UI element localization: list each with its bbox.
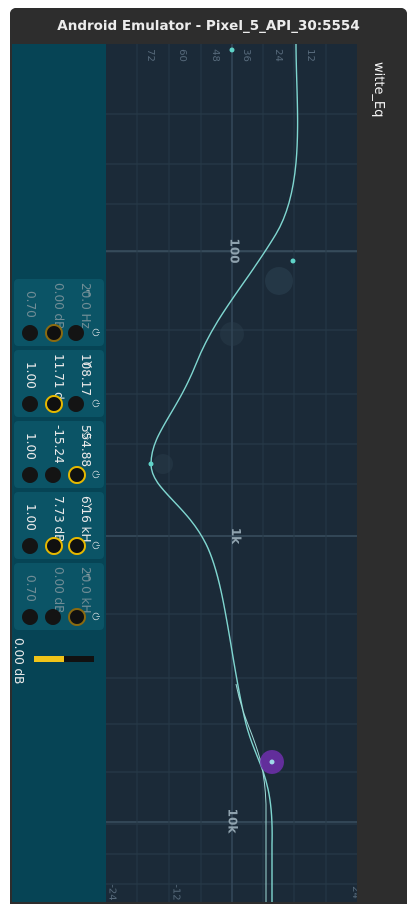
band-4-gain-knob[interactable] <box>45 537 63 555</box>
band-2-q-knob[interactable] <box>22 396 38 412</box>
band-5-freq-knob[interactable] <box>68 608 86 626</box>
gain-label-bottom--12: -12 <box>170 884 182 901</box>
band-4-q-knob[interactable] <box>22 538 38 554</box>
emulator-window: Android Emulator - Pixel_5_API_30:5554 1… <box>10 8 407 904</box>
band-panel-4[interactable]: Y 6.16 kH 7.73 dB 1.00 ⏻ <box>14 492 104 559</box>
band-5-power-icon[interactable]: ⏻ <box>89 613 100 621</box>
band-panel-5[interactable]: ⌐ 20.0 kH 0.00 dB 0.70 ⏻ <box>14 563 104 630</box>
band-2-freq[interactable]: 108.17 <box>79 354 93 396</box>
gain-label-48: 48 <box>209 49 221 62</box>
freq-label-100: 100 <box>227 238 242 264</box>
band-1-freq-knob[interactable] <box>68 325 84 341</box>
band-4-freq[interactable]: 6.16 kH <box>79 496 93 543</box>
band-2-gain[interactable]: 11.71 d <box>52 354 66 400</box>
band-3-power-icon[interactable]: ⏻ <box>89 471 100 479</box>
band-1-gain[interactable]: 0.00 dB <box>52 283 66 329</box>
band-2-gain-knob[interactable] <box>45 395 63 413</box>
output-gain-label: 0.00 dB <box>12 638 26 685</box>
gain-label-24: 24 <box>272 49 284 62</box>
band-node-2[interactable] <box>290 258 296 264</box>
band-5-q[interactable]: 0.70 <box>24 575 38 602</box>
band-3-gain-knob[interactable] <box>45 467 61 483</box>
band-4-freq-knob[interactable] <box>68 537 86 555</box>
band-2-freq-knob[interactable] <box>68 396 84 412</box>
freq-label-10k: 10k <box>225 808 240 834</box>
device-screen: 100 1k 10k 72 60 48 36 24 12 -24 -12 24 … <box>12 44 405 902</box>
band-5-q-knob[interactable] <box>22 609 38 625</box>
band-1-power-icon[interactable]: ⏻ <box>89 329 100 337</box>
band-3-freq[interactable]: 554.88 <box>79 425 93 467</box>
band-node-3[interactable] <box>148 461 154 467</box>
band-3-gain[interactable]: -15.24 <box>52 425 66 464</box>
output-gain-meter-fill <box>34 656 64 662</box>
band-5-freq[interactable]: 20.0 kH <box>79 567 93 614</box>
band-5-gain[interactable]: 0.00 dB <box>52 567 66 613</box>
eq-graph-svg <box>106 44 357 902</box>
gain-label-bottom--24: -24 <box>106 884 118 901</box>
freq-label-1k: 1k <box>229 527 244 545</box>
gain-label-60: 60 <box>176 49 188 62</box>
band-1-freq[interactable]: 20.0 Hz <box>79 283 93 329</box>
output-gain-meter[interactable] <box>34 656 94 662</box>
gain-label-12: 12 <box>304 49 316 62</box>
eq-graph[interactable]: 100 1k 10k 72 60 48 36 24 12 -24 -12 24 <box>106 44 361 902</box>
band-3-q[interactable]: 1.00 <box>24 433 38 460</box>
band-panel-2[interactable]: Y 108.17 11.71 d 1.00 ⏻ <box>14 350 104 417</box>
gain-label-36: 36 <box>240 49 252 62</box>
app-title: witte_Eq <box>371 62 386 118</box>
window-title: Android Emulator - Pixel_5_API_30:5554 <box>57 18 360 34</box>
app-bar <box>357 44 405 902</box>
window-titlebar: Android Emulator - Pixel_5_API_30:5554 <box>10 8 407 44</box>
band-1-q-knob[interactable] <box>22 325 38 341</box>
band-3-freq-knob[interactable] <box>68 466 86 484</box>
band-2-q[interactable]: 1.00 <box>24 362 38 389</box>
band-4-power-icon[interactable]: ⏻ <box>89 542 100 550</box>
band-3-q-knob[interactable] <box>22 467 38 483</box>
band-panel-1[interactable]: ⌐ 20.0 Hz 0.00 dB 0.70 ⏻ <box>14 279 104 346</box>
band-panel-3[interactable]: ◇ 554.88 -15.24 1.00 ⏻ <box>14 421 104 488</box>
band-1-q[interactable]: 0.70 <box>24 291 38 318</box>
band-4-q[interactable]: 1.00 <box>24 504 38 531</box>
band-4-gain[interactable]: 7.73 dB <box>52 496 66 542</box>
gain-label-72: 72 <box>144 49 156 62</box>
band-2-power-icon[interactable]: ⏻ <box>89 400 100 408</box>
band-5-gain-knob[interactable] <box>45 609 61 625</box>
band-1-gain-knob[interactable] <box>45 324 63 342</box>
